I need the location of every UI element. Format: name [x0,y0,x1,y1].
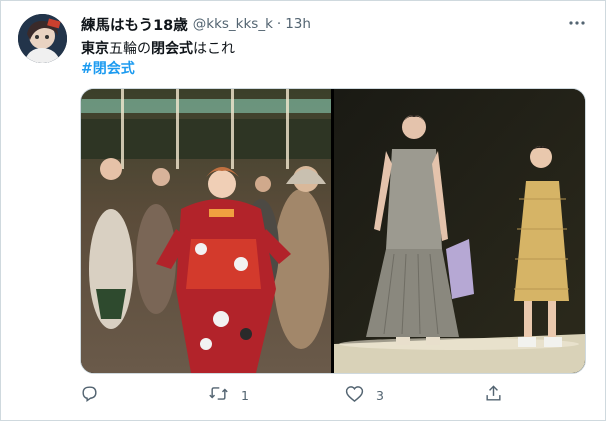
tweet-header: 練馬はもう18歳 @kks_kks_k · 13h [81,14,311,34]
like-count: 3 [376,387,384,403]
retweet-icon [208,384,229,406]
reply-icon [80,384,99,406]
heart-icon [345,385,364,406]
media-grid [80,88,586,374]
tweet-actions: 1 3 [80,384,510,406]
closing-ceremony-dancers-photo[interactable] [81,89,331,373]
closing-ceremony-stage-photo[interactable] [334,89,585,373]
timestamp[interactable]: 13h [285,16,311,32]
tweet-text-part: 閉会式 [151,41,193,57]
like-button[interactable]: 3 [345,384,384,406]
share-button[interactable] [484,384,515,406]
more-options-icon[interactable] [567,13,587,33]
separator-dot: · [276,16,282,32]
avatar[interactable] [18,14,67,63]
user-handle[interactable]: @kks_kks_k [193,16,273,32]
tweet-text-part: はこれ [193,41,235,57]
tweet-card[interactable]: 練馬はもう18歳 @kks_kks_k · 13h 東京五輪の閉会式はこれ #閉… [0,0,606,421]
retweet-button[interactable]: 1 [208,384,249,406]
tweet-text-part: 東京 [81,41,109,57]
tweet-text: 東京五輪の閉会式はこれ [81,38,235,58]
hashtag-link[interactable]: #閉会式 [81,58,135,78]
retweet-count: 1 [241,387,249,403]
reply-button[interactable] [80,384,111,406]
display-name[interactable]: 練馬はもう18歳 [81,14,188,35]
share-icon [484,384,503,406]
tweet-text-part: 五輪の [109,41,151,57]
